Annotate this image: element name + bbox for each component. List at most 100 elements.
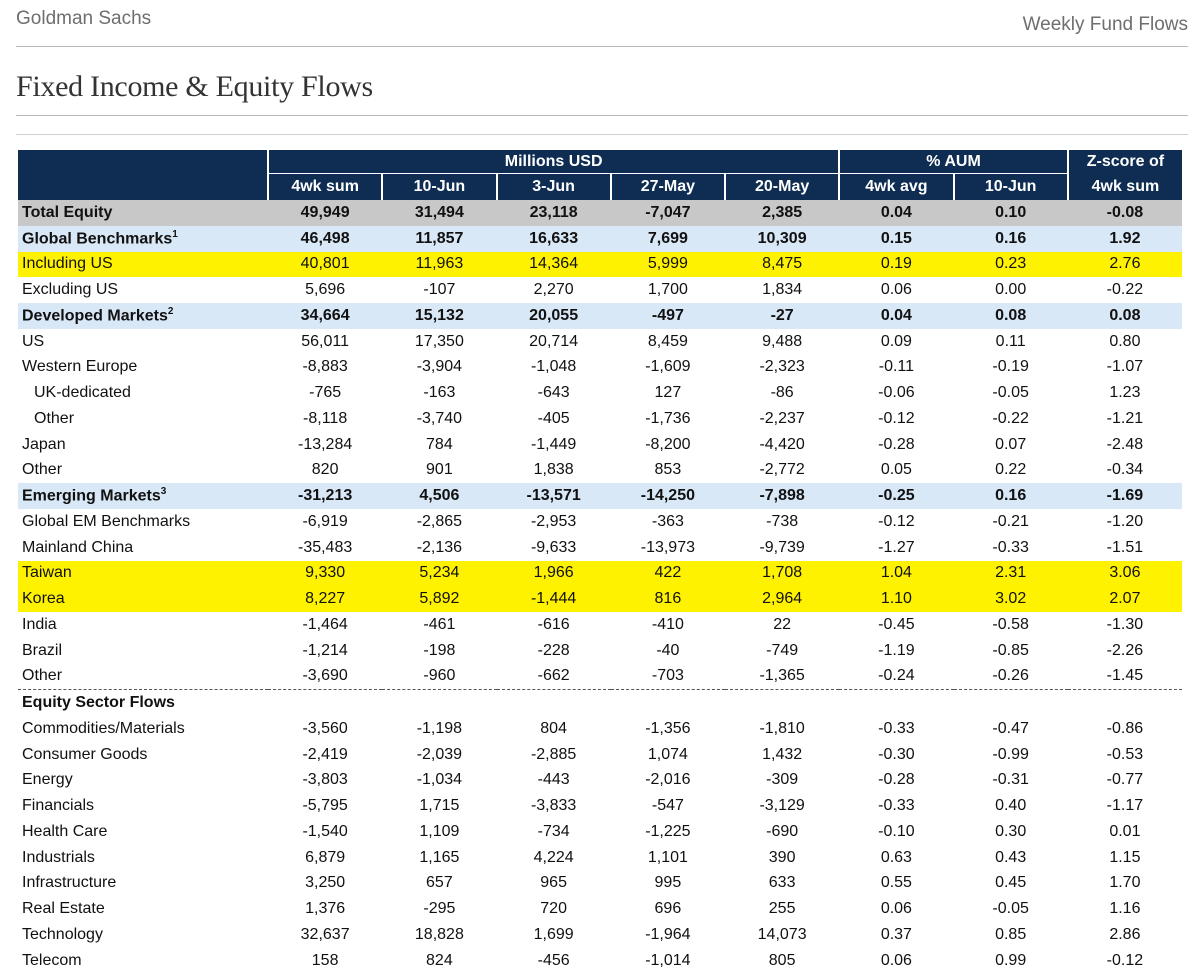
table-cell: 2,964 [725, 586, 840, 612]
table-cell: 633 [768, 874, 796, 892]
table-cell: 1,376 [305, 900, 346, 918]
table-cell: -0.21 [992, 512, 1029, 530]
table-cell: -0.26 [992, 667, 1029, 685]
table-cell: 14,364 [496, 251, 611, 278]
table-row: Western Europe -8,883 -3,904 -1,048 -1,609 -2… [18, 355, 1182, 381]
table-cell: -295 [423, 900, 456, 918]
table-cell: -228 [537, 641, 570, 659]
table-cell: -8,883 [302, 358, 348, 376]
table-cell: 1.70 [1109, 874, 1141, 892]
table-cell: 995 [654, 874, 682, 892]
table-row: Consumer Goods -2,419 -2,039 -2,885 1,074 1,4… [18, 742, 1182, 768]
table-cell: 15,132 [382, 303, 497, 329]
table-cell: -1,964 [645, 925, 691, 943]
table-cell: -363 [651, 512, 684, 530]
table-cell: -2.26 [1106, 641, 1144, 659]
column-header: 4wk avg [838, 173, 954, 200]
table-cell: 14,073 [757, 925, 807, 943]
table-cell: -3,740 [416, 409, 463, 427]
table-row: Energy -3,803 -1,034 -443 -2,016 -309 -0.28 -0.… [18, 768, 1182, 794]
table-cell: 7,699 [610, 225, 725, 252]
table-cell: -1,214 [302, 641, 348, 659]
table-cell: 10,309 [725, 225, 840, 252]
table-cell: 40,801 [268, 251, 383, 278]
table-cell: -703 [651, 667, 684, 685]
column-header: 10-Jun [952, 173, 1068, 200]
table-cell: 0.00 [995, 281, 1027, 299]
row-label: Western Europe [18, 355, 268, 381]
table-cell: 1,432 [762, 745, 803, 763]
table-cell: -3,560 [302, 719, 348, 737]
table-cell: 255 [768, 900, 796, 918]
table-cell: 8,475 [725, 251, 840, 278]
table-cell: 0.37 [880, 925, 912, 943]
table-cell: 49,949 [268, 200, 383, 226]
table-cell: -14,250 [610, 483, 725, 509]
table-cell: 20,714 [529, 332, 579, 350]
table-cell: 1,715 [419, 797, 460, 815]
table-cell: 1.23 [1109, 384, 1141, 402]
row-label: Brazil [18, 638, 268, 664]
table-cell [382, 689, 497, 716]
table-cell: 5,234 [382, 560, 497, 587]
table-cell: 784 [426, 435, 453, 453]
table-cell: 0.55 [880, 874, 912, 892]
table-row: Excluding US 5,696 -107 2,270 1,700 1,834 0.06… [18, 277, 1182, 303]
table-cell: -198 [423, 641, 456, 659]
table-cell: -0.22 [992, 409, 1029, 427]
row-label-text: Japan [22, 435, 66, 453]
table-cell: -1,609 [645, 358, 691, 376]
row-label: UK-dedicated [18, 380, 268, 406]
table-cell: -0.77 [1106, 771, 1144, 789]
table-cell: 0.09 [880, 332, 912, 350]
table-cell: 0.63 [880, 848, 912, 866]
table-cell: -0.05 [992, 384, 1029, 402]
table-cell: -86 [770, 384, 794, 402]
table-row: Developed Markets2 34,664 15,132 20,055 -497… [18, 303, 1183, 329]
table-cell: -749 [766, 641, 799, 659]
table-cell: 0.16 [953, 483, 1068, 509]
table-cell: -3,129 [759, 797, 805, 815]
table-cell: 0.22 [995, 461, 1027, 479]
column-header: 4wk sum [1066, 173, 1183, 200]
report-name: Weekly Fund Flows [1022, 14, 1188, 35]
table-cell: -405 [537, 409, 570, 427]
table-cell: 1,165 [419, 848, 460, 866]
table-cell: -1.07 [1106, 358, 1144, 376]
row-label-text: Real Estate [22, 900, 105, 918]
table-row: Global EM Benchmarks -6,919 -2,865 -2,953 -3… [18, 509, 1182, 535]
row-label-text: Commodities/Materials [22, 719, 185, 737]
table-row: Including US 40,801 11,963 14,364 5,999 8,475… [18, 251, 1183, 278]
table-cell: 1,109 [419, 822, 460, 840]
table-cell: 1,966 [496, 560, 611, 587]
table-cell: 0.06 [880, 900, 912, 918]
table-cell: -0.22 [1106, 281, 1144, 299]
row-label: Japan [18, 432, 268, 458]
table-cell: 0.30 [995, 822, 1027, 840]
table-cell: -2,953 [530, 512, 577, 530]
table-cell: 31,494 [382, 200, 497, 226]
table-cell: 158 [311, 951, 339, 969]
title-divider [16, 115, 1188, 116]
table-cell: 3.02 [953, 586, 1068, 612]
row-label: Other [18, 458, 268, 484]
table-cell: -0.05 [992, 900, 1029, 918]
row-label-text: Energy [22, 771, 73, 789]
table-row: US 56,011 17,350 20,714 8,459 9,488 0.09 0.11 0.… [18, 329, 1182, 355]
table-row: Emerging Markets3 -31,213 4,506 -13,571 -14,… [18, 483, 1183, 509]
table-cell: 3,250 [305, 874, 346, 892]
table-cell: 824 [426, 951, 453, 969]
column-header: 10-Jun [381, 173, 497, 200]
table-cell: -1,198 [416, 719, 463, 737]
table-cell: 5,999 [610, 251, 725, 278]
table-cell: -2,016 [645, 771, 691, 789]
table-cell: 11,963 [382, 251, 497, 278]
row-label-text: Excluding US [22, 281, 119, 299]
table-cell: 0.19 [839, 251, 954, 278]
table-cell: 0.08 [1067, 303, 1183, 329]
table-cell: -7,898 [725, 483, 840, 509]
table-cell: -410 [651, 615, 684, 633]
table-cell: 1.92 [1067, 225, 1183, 252]
row-label-text: Financials [22, 797, 95, 815]
table-cell: 20,055 [496, 303, 611, 329]
